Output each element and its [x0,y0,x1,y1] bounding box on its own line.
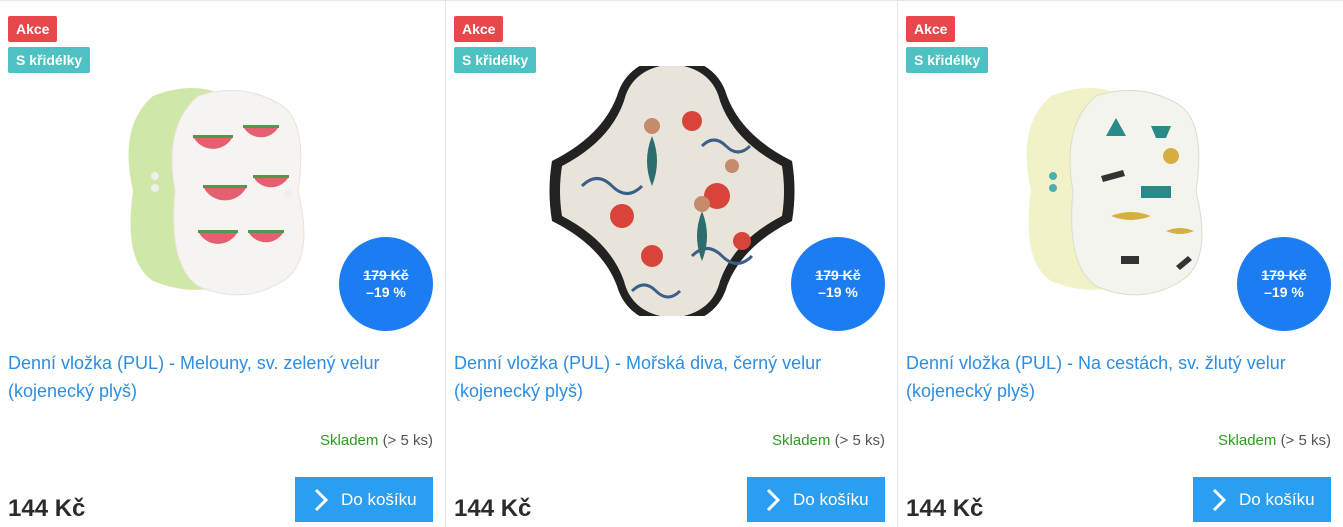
stock-quantity: (> 5 ks) [834,432,885,449]
discount-badge: 179 Kč –19 % [339,237,433,331]
add-to-cart-button[interactable]: Do košíku [295,477,433,522]
discount-badge: 179 Kč –19 % [1237,237,1331,331]
add-to-cart-label: Do košíku [1239,489,1315,509]
chevron-right-icon [766,488,781,511]
product-card: Akce S křidélky 179 Kč –19 % Denní vložk… [897,1,1343,527]
product-name-link[interactable]: Denní vložka (PUL) - Melouny, sv. zelený… [8,349,435,405]
stock-quantity: (> 5 ks) [382,432,433,449]
discount-percent: –19 % [366,284,406,300]
discount-badge: 179 Kč –19 % [791,237,885,331]
add-to-cart-button[interactable]: Do košíku [1193,477,1331,522]
add-to-cart-button[interactable]: Do košíku [747,477,885,522]
chevron-right-icon [314,488,329,511]
pad-image-morska-diva [549,66,794,316]
stock-info: Skladem (> 5 ks) [320,431,433,451]
pad-image-na-cestach [1026,88,1202,296]
old-price: 179 Kč [815,267,861,283]
wings-flag: S křidélky [906,47,989,73]
product-name-link[interactable]: Denní vložka (PUL) - Mořská diva, černý … [454,349,887,405]
add-to-cart-label: Do košíku [341,489,417,509]
product-image[interactable] [991,66,1251,316]
pad-image-melouny [128,88,304,296]
wings-flag: S křidélky [8,47,91,73]
sale-flag: Akce [454,16,504,42]
chevron-right-icon [1212,488,1227,511]
old-price: 179 Kč [1261,267,1307,283]
stock-status: Skladem [772,432,831,449]
product-image[interactable] [542,66,802,316]
discount-percent: –19 % [818,284,858,300]
product-price: 144 Kč [454,495,532,522]
old-price: 179 Kč [363,267,409,283]
stock-info: Skladem (> 5 ks) [772,431,885,451]
stock-status: Skladem [320,432,379,449]
sale-flag: Akce [8,16,58,42]
product-price: 144 Kč [8,495,86,522]
product-image[interactable] [93,66,353,316]
stock-quantity: (> 5 ks) [1280,432,1331,449]
sale-flag: Akce [906,16,956,42]
wings-flag: S křidélky [454,47,537,73]
product-card: Akce S křidélky 179 Kč –19 % Denní vložk… [445,1,897,527]
product-card: Akce S křidélky 179 Kč –19 % Denní vložk… [0,1,445,527]
stock-info: Skladem (> 5 ks) [1218,431,1331,451]
product-grid: Akce S křidélky 179 Kč –19 % Denní vložk… [0,0,1343,527]
stock-status: Skladem [1218,432,1277,449]
discount-percent: –19 % [1264,284,1304,300]
product-price: 144 Kč [906,495,984,522]
add-to-cart-label: Do košíku [793,489,869,509]
product-name-link[interactable]: Denní vložka (PUL) - Na cestách, sv. žlu… [906,349,1333,405]
